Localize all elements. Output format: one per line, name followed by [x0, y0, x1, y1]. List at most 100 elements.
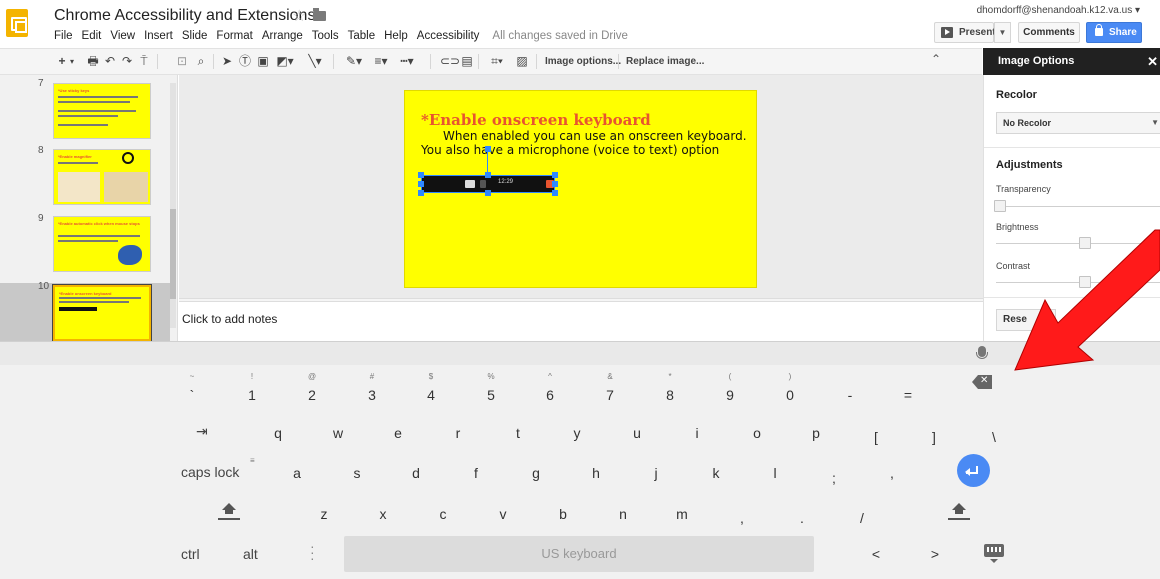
key-e[interactable]: e: [390, 425, 406, 441]
present-button[interactable]: Present: [934, 22, 996, 43]
key-f[interactable]: f: [468, 465, 484, 481]
key-w[interactable]: w: [330, 425, 346, 441]
folder-icon[interactable]: [313, 8, 326, 21]
key-1[interactable]: 1: [244, 387, 260, 403]
key-equals[interactable]: =: [900, 387, 916, 403]
close-icon[interactable]: ✕: [1147, 48, 1158, 75]
speaker-notes[interactable]: Click to add notes: [179, 302, 983, 345]
border-weight-icon[interactable]: ≡▾: [370, 53, 392, 70]
key-p[interactable]: p: [808, 425, 824, 441]
resize-handle[interactable]: [418, 172, 424, 178]
key-9[interactable]: 9: [722, 387, 738, 403]
alt-key[interactable]: alt: [243, 546, 258, 562]
undo-icon[interactable]: ↶: [103, 53, 117, 70]
key-h[interactable]: h: [588, 465, 604, 481]
menu-edit[interactable]: Edit: [82, 30, 102, 42]
menu-view[interactable]: View: [110, 30, 135, 42]
resize-handle[interactable]: [418, 190, 424, 196]
menu-insert[interactable]: Insert: [144, 30, 173, 42]
right-shift-icon[interactable]: [950, 503, 968, 517]
brightness-slider-thumb[interactable]: [1079, 237, 1091, 249]
shape-icon[interactable]: ◩▾: [274, 53, 296, 70]
key-a[interactable]: a: [289, 465, 305, 481]
key-l[interactable]: l: [767, 465, 783, 481]
slides-logo-icon[interactable]: [6, 9, 28, 37]
collapse-toolbar-icon[interactable]: ⌃: [931, 52, 941, 66]
key-g[interactable]: g: [528, 465, 544, 481]
space-bar[interactable]: US keyboard: [344, 536, 814, 572]
contrast-slider-thumb[interactable]: [1079, 276, 1091, 288]
resize-handle[interactable]: [552, 172, 558, 178]
filmstrip-scrollbar-thumb[interactable]: [170, 209, 176, 299]
contrast-slider[interactable]: [996, 282, 1160, 283]
menu-help[interactable]: Help: [384, 30, 408, 42]
key-i[interactable]: i: [689, 425, 705, 441]
key-comma[interactable]: ,: [734, 510, 750, 526]
comments-button[interactable]: Comments: [1018, 22, 1080, 43]
key-r[interactable]: r: [450, 425, 466, 441]
left-shift-icon[interactable]: [220, 503, 238, 517]
resize-handle[interactable]: [552, 181, 558, 187]
key-n[interactable]: n: [615, 506, 631, 522]
key-z[interactable]: z: [316, 506, 332, 522]
key-right-bracket[interactable]: ]: [926, 429, 942, 445]
recolor-dropdown[interactable]: No Recolor ▼: [996, 112, 1160, 134]
key-o[interactable]: o: [749, 425, 765, 441]
transparency-slider-thumb[interactable]: [994, 200, 1006, 212]
border-color-icon[interactable]: ✎▾: [343, 53, 365, 70]
new-slide-plus-icon[interactable]: +: [56, 53, 68, 70]
menu-accessibility[interactable]: Accessibility: [417, 30, 480, 42]
enter-key-icon[interactable]: [957, 454, 990, 487]
slide-thumbnail-7[interactable]: *Use sticky keys: [53, 83, 151, 139]
resize-handle[interactable]: [552, 190, 558, 196]
key-m[interactable]: m: [674, 506, 690, 522]
comment-icon[interactable]: ▤: [460, 53, 474, 70]
new-slide-chevron-icon[interactable]: ▾: [68, 53, 76, 70]
save-status[interactable]: All changes saved in Drive: [492, 30, 628, 42]
key-y[interactable]: y: [569, 425, 585, 441]
menu-table[interactable]: Table: [348, 30, 376, 42]
crop-icon[interactable]: ⌗▾: [486, 53, 508, 70]
border-dash-icon[interactable]: ┅▾: [396, 53, 418, 70]
left-arrow-key[interactable]: <: [868, 546, 884, 562]
key-k[interactable]: k: [708, 465, 724, 481]
transparency-slider[interactable]: [996, 206, 1160, 207]
notes-placeholder[interactable]: Click to add notes: [182, 312, 277, 326]
key-left-bracket[interactable]: [: [868, 429, 884, 445]
key-period[interactable]: .: [794, 510, 810, 526]
caps-lock-key[interactable]: caps lock: [181, 464, 239, 480]
image-options-button[interactable]: Image options...: [545, 52, 621, 71]
paint-format-icon[interactable]: ⍑: [137, 53, 151, 70]
mask-image-icon[interactable]: ▨: [514, 53, 530, 70]
resize-handle[interactable]: [485, 190, 491, 196]
reset-button[interactable]: Rese: [996, 309, 1056, 331]
key-0[interactable]: 0: [782, 387, 798, 403]
slide-thumbnail-8[interactable]: *Enable magnifier: [53, 149, 151, 205]
key-comma-upper[interactable]: ,: [884, 465, 900, 481]
slide-thumbnail-10[interactable]: *Enable onscreen keyboard: [52, 284, 152, 342]
hide-keyboard-icon[interactable]: [984, 544, 1004, 563]
print-icon[interactable]: 🖶: [86, 53, 100, 70]
slide-body-text[interactable]: When enabled you can use an onscreen key…: [421, 129, 751, 157]
slide-title[interactable]: *Enable onscreen keyboard: [421, 111, 651, 129]
more-options-icon[interactable]: · · ·: [310, 539, 315, 565]
star-icon[interactable]: ☆: [292, 6, 306, 26]
redo-icon[interactable]: ↷: [120, 53, 134, 70]
menu-file[interactable]: File: [54, 30, 73, 42]
key-j[interactable]: j: [648, 465, 664, 481]
key-3[interactable]: 3: [364, 387, 380, 403]
key-q[interactable]: q: [270, 425, 286, 441]
key-semicolon[interactable]: ;: [826, 470, 842, 486]
document-title[interactable]: Chrome Accessibility and Extensions: [54, 7, 315, 25]
key-5[interactable]: 5: [483, 387, 499, 403]
rotate-handle[interactable]: [485, 146, 491, 152]
zoom-icon[interactable]: ⌕: [194, 53, 208, 70]
key-v[interactable]: v: [495, 506, 511, 522]
user-account[interactable]: dhomdorff@shenandoah.k12.va.us ▾: [977, 5, 1140, 16]
tab-key-icon[interactable]: ⇥: [196, 423, 208, 440]
key-t[interactable]: t: [510, 425, 526, 441]
menu-tools[interactable]: Tools: [312, 30, 339, 42]
share-button[interactable]: Share: [1086, 22, 1142, 43]
replace-image-button[interactable]: Replace image...: [626, 52, 704, 71]
text-box-icon[interactable]: Ⓣ: [238, 53, 252, 70]
